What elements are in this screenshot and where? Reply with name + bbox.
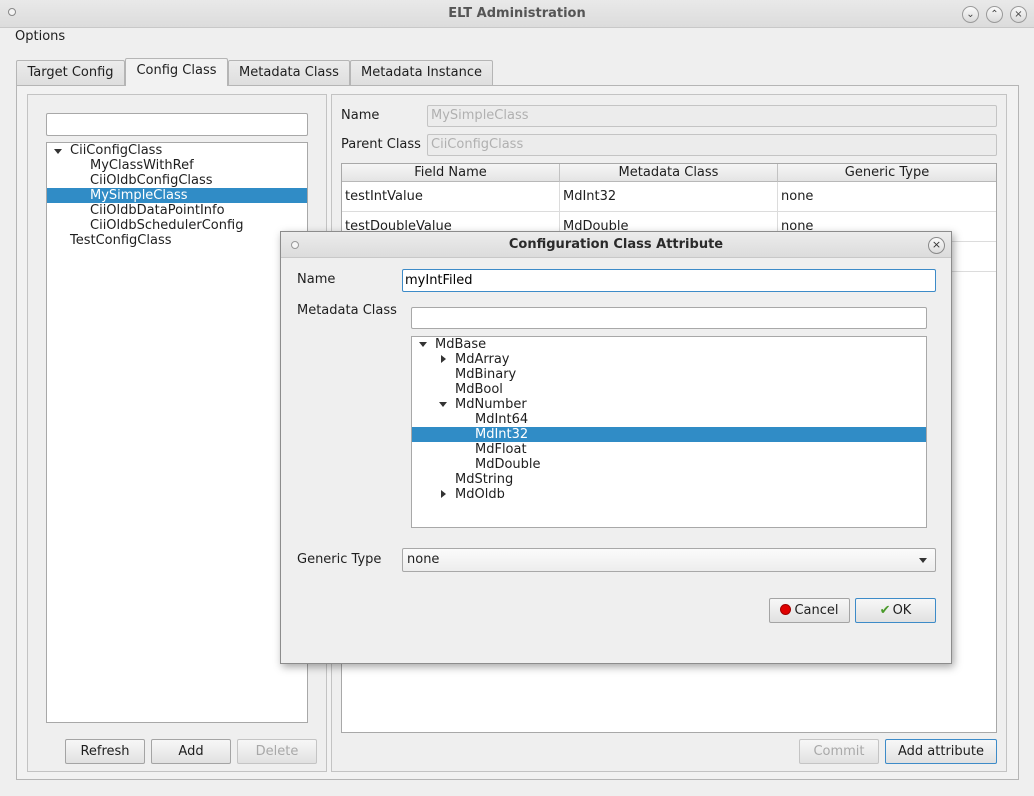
tab-config-class[interactable]: Config Class xyxy=(125,58,228,86)
expand-arrow-icon[interactable] xyxy=(54,149,62,154)
tree-item-test-config-class[interactable]: TestConfigClass xyxy=(70,233,172,248)
parent-class-field[interactable]: CiiConfigClass xyxy=(427,134,997,156)
collapsed-arrow-icon[interactable] xyxy=(441,355,446,363)
tree-item-mdnumber[interactable]: MdNumber xyxy=(455,397,527,412)
column-header-generic-type[interactable]: Generic Type xyxy=(778,164,996,182)
ok-check-icon: ✔ xyxy=(879,603,891,618)
refresh-button[interactable]: Refresh xyxy=(65,739,145,764)
chevron-down-icon xyxy=(919,558,927,563)
table-cell[interactable]: none xyxy=(778,182,996,212)
window-titlebar: ELT Administration ⌄ ⌃ × xyxy=(0,0,1034,28)
tree-item-mdarray[interactable]: MdArray xyxy=(455,352,509,367)
delete-button[interactable]: Delete xyxy=(237,739,317,764)
column-header-field-name[interactable]: Field Name xyxy=(342,164,560,182)
tree-item-mddouble[interactable]: MdDouble xyxy=(475,457,541,472)
tab-metadata-class[interactable]: Metadata Class xyxy=(228,60,350,85)
cancel-label: Cancel xyxy=(794,603,839,618)
metadata-class-label: Metadata Class xyxy=(297,303,397,318)
window-title: ELT Administration xyxy=(448,6,586,21)
tree-item-mdfloat[interactable]: MdFloat xyxy=(475,442,527,457)
tree-item-my-simple-class[interactable]: MySimpleClass xyxy=(90,188,188,203)
metadata-class-filter-input[interactable] xyxy=(411,307,927,329)
table-cell[interactable]: testIntValue xyxy=(342,182,560,212)
tree-item-cii-oldb-scheduler-config[interactable]: CiiOldbSchedulerConfig xyxy=(90,218,243,233)
expand-arrow-icon[interactable] xyxy=(419,342,427,347)
maximize-icon[interactable]: ⌃ xyxy=(986,6,1003,23)
table-cell[interactable]: MdInt32 xyxy=(560,182,778,212)
class-search-input[interactable] xyxy=(46,113,308,136)
expand-arrow-icon[interactable] xyxy=(439,402,447,407)
dialog-title: Configuration Class Attribute xyxy=(508,237,724,252)
tree-item-mdstring[interactable]: MdString xyxy=(455,472,513,487)
class-name-field[interactable]: MySimpleClass xyxy=(427,105,997,127)
dialog-titlebar: Configuration Class Attribute xyxy=(281,232,951,258)
tree-item-selected-highlight[interactable]: MdInt32 xyxy=(412,427,926,442)
commit-button[interactable]: Commit xyxy=(799,739,879,764)
tree-item-mdoldb[interactable]: MdOldb xyxy=(455,487,505,502)
dialog-menu-dot-icon[interactable] xyxy=(291,241,299,249)
parent-class-label: Parent Class xyxy=(341,137,421,152)
tab-target-config[interactable]: Target Config xyxy=(16,60,125,85)
tree-item-mdbase[interactable]: MdBase xyxy=(435,337,486,352)
ok-button[interactable]: ✔ OK xyxy=(855,598,936,623)
collapsed-arrow-icon[interactable] xyxy=(441,490,446,498)
configuration-class-attribute-dialog: Configuration Class Attribute × Name Met… xyxy=(280,231,952,664)
ok-label: OK xyxy=(892,603,912,618)
tree-item-cii-config-class[interactable]: CiiConfigClass xyxy=(70,143,162,158)
attribute-name-input[interactable] xyxy=(402,269,936,292)
minimize-icon[interactable]: ⌄ xyxy=(962,6,979,23)
metadata-class-tree[interactable]: MdBase MdArray MdBinary MdBool MdNumber … xyxy=(411,336,927,528)
tab-metadata-instance[interactable]: Metadata Instance xyxy=(350,60,493,85)
add-button[interactable]: Add xyxy=(151,739,231,764)
tree-item-mdint32[interactable]: MdInt32 xyxy=(475,427,528,442)
tree-item-cii-oldb-datapoint-info[interactable]: CiiOldbDataPointInfo xyxy=(90,203,225,218)
generic-type-select[interactable]: none xyxy=(402,548,936,572)
menubar: Options xyxy=(0,28,1034,48)
tree-item-mdbool[interactable]: MdBool xyxy=(455,382,503,397)
cancel-button[interactable]: Cancel xyxy=(769,598,850,623)
column-header-metadata-class[interactable]: Metadata Class xyxy=(560,164,778,182)
class-tree[interactable]: CiiConfigClass MyClassWithRef CiiOldbCon… xyxy=(46,142,308,723)
tree-item-mdbinary[interactable]: MdBinary xyxy=(455,367,516,382)
cancel-icon xyxy=(780,604,792,615)
tree-item-selected-highlight[interactable]: MySimpleClass xyxy=(47,188,307,203)
name-label: Name xyxy=(341,108,380,123)
tree-item-mdint64[interactable]: MdInt64 xyxy=(475,412,528,427)
generic-type-label: Generic Type xyxy=(297,552,382,567)
close-icon[interactable]: × xyxy=(1010,6,1027,23)
dialog-name-label: Name xyxy=(297,272,336,287)
tree-item-my-class-with-ref[interactable]: MyClassWithRef xyxy=(90,158,194,173)
menu-options[interactable]: Options xyxy=(15,29,65,44)
dialog-close-icon[interactable]: × xyxy=(928,237,945,254)
generic-type-value: none xyxy=(407,552,440,567)
tree-item-cii-oldb-config-class[interactable]: CiiOldbConfigClass xyxy=(90,173,213,188)
add-attribute-button[interactable]: Add attribute xyxy=(885,739,997,764)
